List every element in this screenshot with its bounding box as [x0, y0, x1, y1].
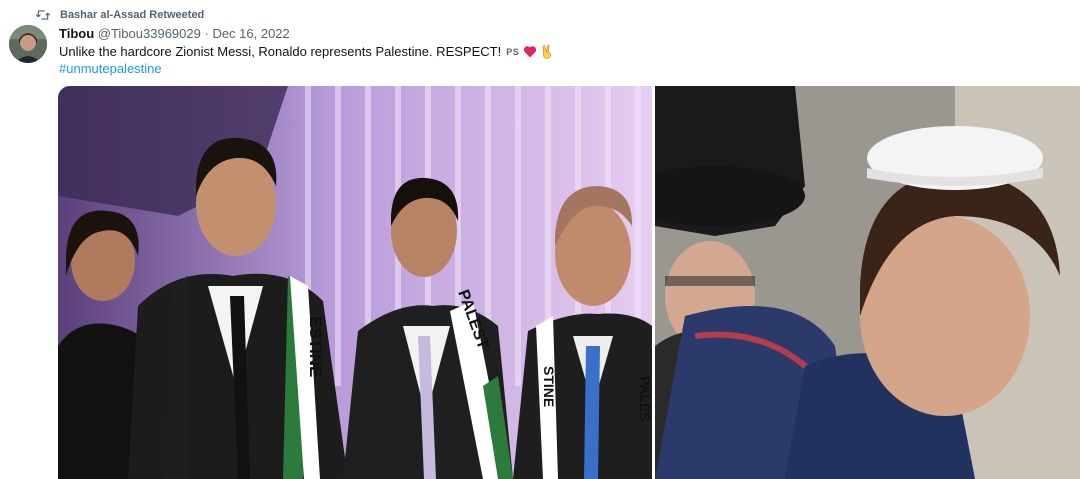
photo-messi[interactable]: [655, 86, 1080, 479]
photo-ronaldo[interactable]: ESTINE PALEST STINE PALES: [58, 86, 652, 479]
tweet-date[interactable]: Dec 16, 2022: [212, 26, 289, 41]
author-handle[interactable]: @Tibou33969029: [98, 26, 201, 41]
scarf-text-3: STINE: [541, 366, 557, 407]
scarf-text-1: ESTINE: [306, 316, 325, 377]
media-grid[interactable]: ESTINE PALEST STINE PALES: [58, 86, 1080, 479]
palestine-flag-emoji: PS: [506, 46, 520, 57]
photo-messi-image: [655, 86, 1080, 479]
tweet-header: Tibou @Tibou33969029 · Dec 16, 2022: [59, 26, 290, 41]
scarf-text-4: PALES: [637, 376, 652, 422]
author-name[interactable]: Tibou: [59, 26, 94, 41]
header-separator: ·: [204, 26, 209, 41]
retweet-context: Bashar al-Assad Retweeted: [36, 7, 204, 23]
retweet-icon: [36, 10, 50, 20]
victory-hand-icon: [542, 44, 552, 59]
avatar-image: [9, 25, 47, 63]
tweet-body: Unlike the hardcore Zionist Messi, Ronal…: [59, 44, 502, 59]
photo-ronaldo-image: ESTINE PALEST STINE PALES: [58, 86, 652, 479]
avatar[interactable]: [9, 25, 47, 63]
hashtag-link[interactable]: #unmutepalestine: [59, 61, 162, 76]
heart-icon: [524, 46, 537, 58]
tweet-text: Unlike the hardcore Zionist Messi, Ronal…: [59, 44, 553, 59]
retweet-label[interactable]: Bashar al-Assad Retweeted: [60, 9, 204, 21]
